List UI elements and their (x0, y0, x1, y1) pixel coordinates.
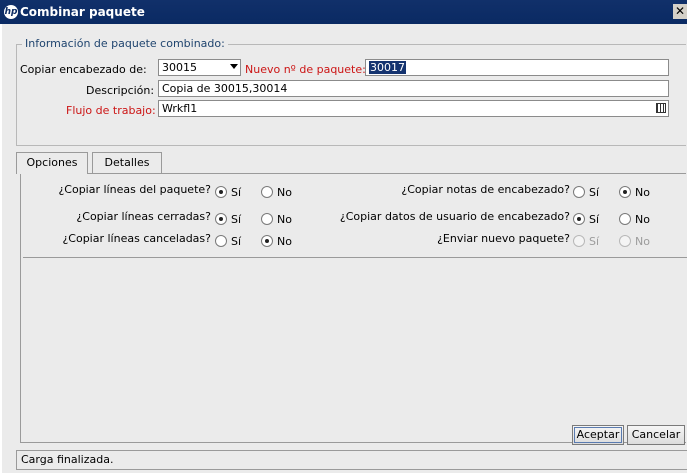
description-value: Copia de 30015,30014 (162, 82, 288, 95)
send-new-no-label: No (635, 235, 650, 248)
copy-closed-question: ¿Copiar líneas cerradas? (76, 210, 211, 223)
send-new-yes-radio (573, 235, 585, 247)
tab-opciones[interactable]: Opciones (16, 152, 88, 174)
copy-canceled-yes-label: Sí (231, 235, 242, 248)
status-text: Carga finalizada. (21, 453, 114, 466)
copy-canceled-yes-radio[interactable] (215, 235, 227, 247)
tab-detalles[interactable]: Detalles (92, 152, 162, 173)
lookup-icon[interactable] (656, 103, 666, 113)
copy-user-data-no-label: No (635, 213, 650, 226)
accept-button[interactable]: Aceptar (572, 425, 624, 445)
copy-canceled-no-label: No (277, 235, 292, 248)
copy-lines-question: ¿Copiar líneas del paquete? (58, 183, 211, 196)
copy-lines-yes-radio[interactable] (215, 186, 227, 198)
tab-opciones-label: Opciones (26, 156, 78, 169)
tab-detalles-label: Detalles (104, 156, 150, 169)
copy-notes-no-radio[interactable] (619, 186, 631, 198)
cancel-button[interactable]: Cancelar (627, 425, 685, 445)
copy-notes-yes-label: Sí (589, 186, 600, 199)
new-package-input[interactable]: 30017 (365, 59, 669, 76)
copy-lines-yes-label: Sí (231, 186, 242, 199)
send-new-yes-label: Sí (589, 235, 600, 248)
copy-user-data-yes-label: Sí (589, 213, 600, 226)
copy-closed-yes-radio[interactable] (215, 213, 227, 225)
workflow-value: Wrkfl1 (162, 102, 198, 115)
send-new-no-radio (619, 235, 631, 247)
description-input[interactable]: Copia de 30015,30014 (158, 80, 669, 97)
copy-notes-yes-radio[interactable] (573, 186, 585, 198)
copy-closed-no-radio[interactable] (261, 213, 273, 225)
copy-notes-no-label: No (635, 186, 650, 199)
copy-closed-no-label: No (277, 213, 292, 226)
copy-header-value: 30015 (162, 61, 197, 74)
chevron-down-icon[interactable] (230, 64, 238, 69)
workflow-input[interactable]: Wrkfl1 (158, 100, 669, 117)
copy-lines-no-label: No (277, 186, 292, 199)
title-bar: hp Combinar paquete ✕ (0, 0, 687, 24)
description-label: Descripción: (86, 84, 155, 97)
copy-notes-question: ¿Copiar notas de encabezado? (401, 183, 570, 196)
copy-header-label: Copiar encabezado de: (20, 63, 147, 76)
copy-canceled-question: ¿Copiar líneas canceladas? (62, 232, 211, 245)
copy-user-data-yes-radio[interactable] (573, 213, 585, 225)
close-icon[interactable]: ✕ (673, 4, 687, 19)
copy-user-data-no-radio[interactable] (619, 213, 631, 225)
status-bar: Carga finalizada. (16, 450, 687, 470)
copy-lines-no-radio[interactable] (261, 186, 273, 198)
copy-header-select[interactable]: 30015 (158, 59, 241, 76)
new-package-label: Nuevo nº de paquete: (245, 63, 366, 76)
hp-logo-icon: hp (4, 5, 18, 19)
copy-canceled-no-radio[interactable] (261, 235, 273, 247)
workflow-label: Flujo de trabajo: (66, 104, 156, 117)
group-title: Información de paquete combinado: (22, 37, 228, 50)
new-package-value: 30017 (369, 61, 406, 74)
send-new-question: ¿Enviar nuevo paquete? (437, 232, 570, 245)
copy-user-data-question: ¿Copiar datos de usuario de encabezado? (339, 210, 570, 223)
dialog-body: Información de paquete combinado: Copiar… (2, 24, 687, 473)
window-title: Combinar paquete (20, 5, 145, 19)
copy-closed-yes-label: Sí (231, 213, 242, 226)
